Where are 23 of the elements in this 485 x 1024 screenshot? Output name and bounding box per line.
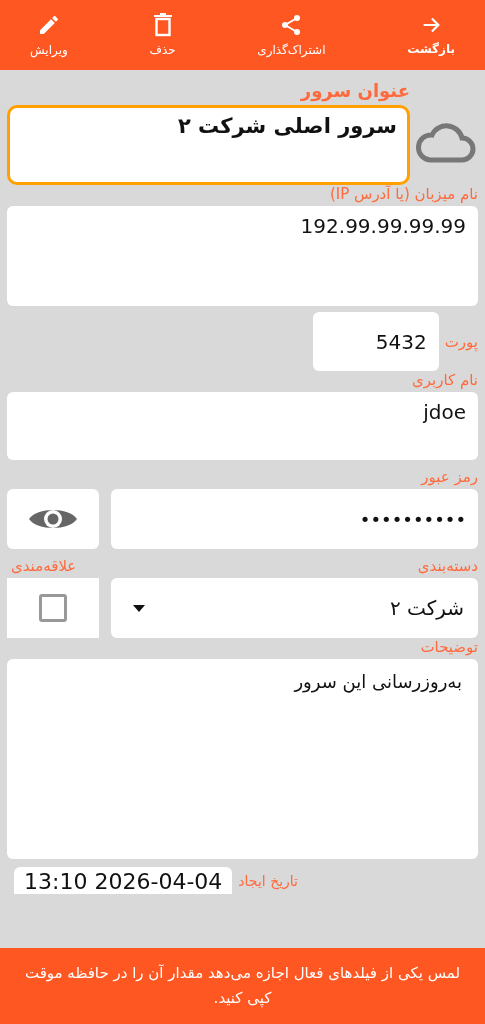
field-label: پورت [444, 332, 478, 351]
input-field[interactable]: سرور اصلی شرکت ۲ [7, 105, 410, 185]
field-label: توضیحات [420, 638, 478, 656]
password-field[interactable]: •••••••••• [111, 489, 478, 549]
input-field[interactable]: jdoe [7, 392, 478, 460]
input-field[interactable]: 5432 [312, 312, 439, 371]
field-label: نام میزبان (یا آدرس IP) [329, 185, 478, 203]
hint-message: لمس یکی از فیلدهای فعال اجازه می‌دهد مقدار آن را در حافظه موقت کپی کنید. [0, 948, 485, 1024]
field-label: دسته‌بندی [417, 557, 478, 575]
dropdown-caret-icon [133, 604, 145, 612]
field-label: رمز عبور [421, 468, 478, 486]
text-area[interactable]: به‌روزرسانی این سرور [7, 659, 478, 859]
favorite-checkbox[interactable] [39, 594, 67, 622]
field-label: علاقه‌مندی [11, 557, 77, 575]
date-field: 13:10 2026-04-04 [14, 867, 233, 894]
trash-icon [151, 13, 174, 37]
input-field[interactable]: 192.99.99.99.99 [7, 206, 478, 306]
field-label: عنوان سرور [300, 80, 410, 101]
category-dropdown[interactable]: شرکت ۲ [111, 578, 478, 638]
cloud-icon [414, 122, 476, 164]
show-password-button[interactable] [7, 489, 99, 549]
field-label: نام کاربری [412, 371, 478, 389]
field-label: تاریخ ایجاد [238, 872, 298, 889]
